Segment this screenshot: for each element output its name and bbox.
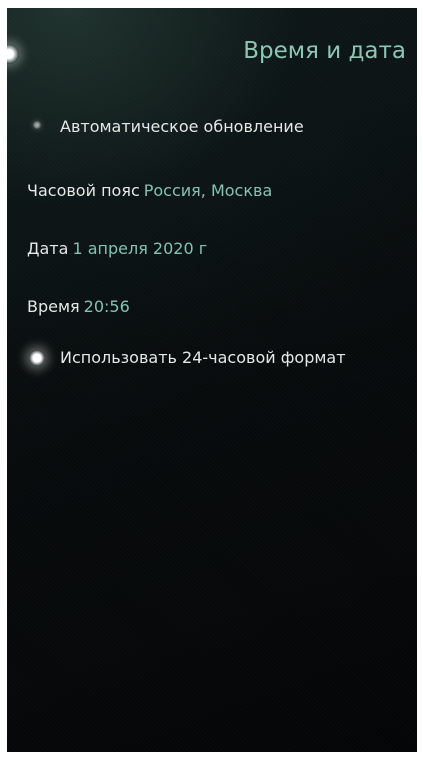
date-row[interactable]: Дата 1 апреля 2020 г xyxy=(27,239,207,258)
date-label: Дата xyxy=(27,239,69,258)
time-row[interactable]: Время 20:56 xyxy=(27,297,130,316)
timezone-label: Часовой пояс xyxy=(27,181,140,200)
timezone-value: Россия, Москва xyxy=(143,181,273,200)
date-value: 1 апреля 2020 г xyxy=(72,239,208,258)
auto-update-label: Автоматическое обновление xyxy=(60,117,304,136)
switch-off-indicator-icon xyxy=(33,121,41,129)
auto-update-switch[interactable]: Автоматическое обновление xyxy=(27,115,397,139)
format24-label: Использовать 24-часовой формат xyxy=(60,348,346,367)
settings-page: Время и дата Автоматическое обновление Ч… xyxy=(7,8,417,752)
page-title: Время и дата xyxy=(243,38,406,64)
switch-on-indicator-icon xyxy=(29,350,45,366)
time-label: Время xyxy=(27,297,80,316)
format24-switch[interactable]: Использовать 24-часовой формат xyxy=(27,345,397,401)
timezone-row[interactable]: Часовой пояс Россия, Москва xyxy=(27,181,272,200)
pulley-menu-indicator-icon[interactable] xyxy=(7,44,19,64)
time-value: 20:56 xyxy=(83,297,130,316)
